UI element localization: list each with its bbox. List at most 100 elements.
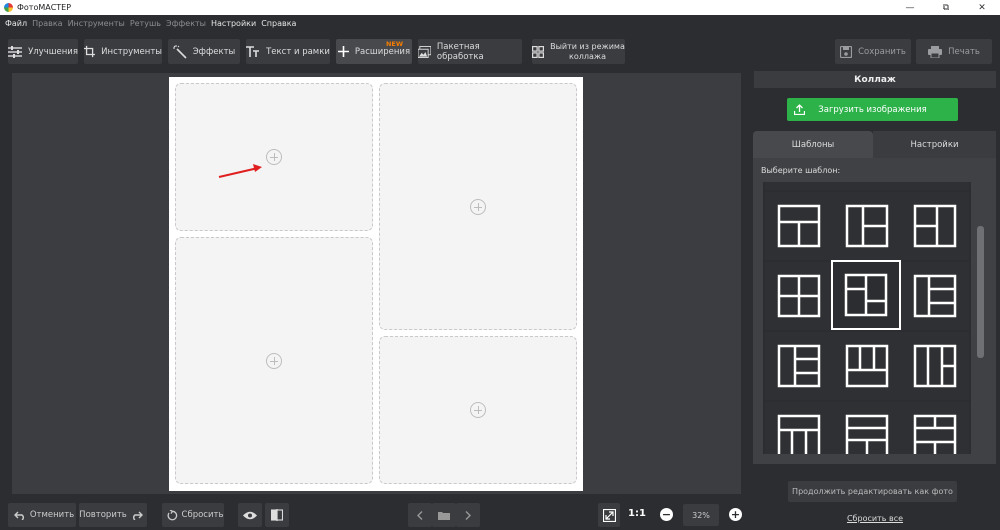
text-frames-button[interactable]: Текст и рамки [246,39,330,64]
add-photo-icon[interactable] [470,402,486,418]
reset-icon [167,509,177,520]
template-item[interactable] [901,262,969,330]
template-item[interactable] [765,332,833,400]
prev-icon [417,510,423,520]
layout-icon [844,273,888,317]
sliders-icon [8,45,23,58]
layout-icon [777,414,821,454]
restore-icon[interactable]: ⧉ [928,0,964,15]
magic-wand-icon [172,44,187,59]
template-item[interactable] [901,402,969,454]
template-item[interactable] [901,332,969,400]
print-label: Печать [948,46,980,57]
menu-help[interactable]: Справка [261,19,296,28]
close-icon[interactable]: ✕ [964,0,1000,15]
next-button[interactable] [456,503,480,527]
template-item[interactable] [765,262,833,330]
effects-button[interactable]: Эффекты [168,39,240,64]
extensions-button[interactable]: Расширения NEW [336,39,412,64]
batch-button[interactable]: Пакетная обработка [418,39,522,64]
collage-cell-2[interactable] [175,237,373,484]
save-button[interactable]: Сохранить [835,39,911,64]
menu-file[interactable]: Файл [5,19,27,28]
add-photo-icon[interactable] [266,149,282,165]
tab-settings[interactable]: Настройки [873,131,996,158]
eye-icon [243,511,257,519]
template-item[interactable] [833,332,901,400]
undo-button[interactable]: Отменить [8,503,76,527]
template-grid [763,182,971,454]
scrollbar-thumb[interactable] [977,226,984,358]
text-frames-label: Текст и рамки [266,46,330,57]
template-item[interactable] [833,402,901,454]
tools-button[interactable]: Инструменты [84,39,162,64]
fit-screen-icon [602,508,616,522]
new-badge: NEW [385,40,403,48]
template-item[interactable] [901,182,969,190]
reset-all-link[interactable]: Сбросить все [750,514,1000,523]
actual-size-button[interactable]: 1:1 [628,508,646,519]
batch-label: Пакетная обработка [436,41,484,62]
template-item[interactable] [833,182,901,190]
title-bar: ФотоМАСТЕР — ⧉ ✕ [0,0,1000,15]
collage-cell-3[interactable] [379,83,577,330]
exit-collage-line2: коллажа [569,51,606,61]
template-item[interactable] [833,192,901,260]
template-item-selected[interactable] [831,260,901,330]
zoom-in-icon[interactable]: + [729,508,742,521]
template-item[interactable] [765,192,833,260]
main-toolbar: Улучшения Инструменты Эффекты Текст и ра… [0,31,1000,69]
redo-button[interactable]: Повторить [79,503,147,527]
layout-icon [913,274,957,318]
preview-button[interactable] [238,503,262,527]
folder-icon [438,511,450,520]
reset-button[interactable]: Сбросить [162,503,224,527]
collage-cell-4[interactable] [379,336,577,484]
minimize-icon[interactable]: — [892,0,928,15]
choose-template-label: Выберите шаблон: [761,166,841,175]
zoom-value[interactable]: 32% [683,504,719,526]
layout-icon [913,344,957,388]
menu-tools[interactable]: Инструменты [68,19,125,28]
layout-icon [913,204,957,248]
layout-icon [777,204,821,248]
menu-edit[interactable]: Правка [32,19,62,28]
layout-icon [777,344,821,388]
exit-collage-button[interactable]: Выйти из режима коллажа [532,39,625,64]
prev-button[interactable] [408,503,432,527]
menu-settings[interactable]: Настройки [211,19,256,28]
folder-button[interactable] [432,503,456,527]
effects-label: Эффекты [192,46,236,57]
enhance-button[interactable]: Улучшения [8,39,78,64]
upload-icon [794,104,805,115]
upload-images-button[interactable]: Загрузить изображения [787,98,958,121]
crop-icon [84,45,96,58]
add-photo-icon[interactable] [470,198,486,215]
save-label: Сохранить [858,46,906,57]
reset-label: Сбросить [181,510,224,520]
templates-tab-body: Выберите шаблон: [753,158,996,464]
app-title: ФотоМАСТЕР [17,3,72,12]
template-scrollbar[interactable] [975,182,985,454]
zoom-out-icon[interactable]: − [660,508,673,521]
enhance-label: Улучшения [28,46,78,57]
redo-icon [132,511,143,520]
menu-effects[interactable]: Эффекты [166,19,206,28]
template-item[interactable] [765,402,833,454]
template-item[interactable] [901,192,969,260]
collage-cell-1[interactable] [175,83,373,231]
print-button[interactable]: Печать [916,39,992,64]
continue-as-photo-button[interactable]: Продолжить редактировать как фото [788,481,957,502]
extensions-label: Расширения [354,46,411,57]
undo-label: Отменить [29,510,75,520]
menu-retouch[interactable]: Ретушь [130,19,161,28]
exit-collage-label: Выйти из режима коллажа [550,42,625,62]
text-icon [246,45,260,57]
fit-screen-button[interactable] [598,503,620,527]
app-logo-icon [4,3,13,12]
compare-button[interactable] [265,503,289,527]
tab-templates[interactable]: Шаблоны [753,131,873,158]
add-photo-icon[interactable] [266,352,282,369]
annotation-arrow-icon [218,164,262,178]
template-item[interactable] [765,182,833,190]
